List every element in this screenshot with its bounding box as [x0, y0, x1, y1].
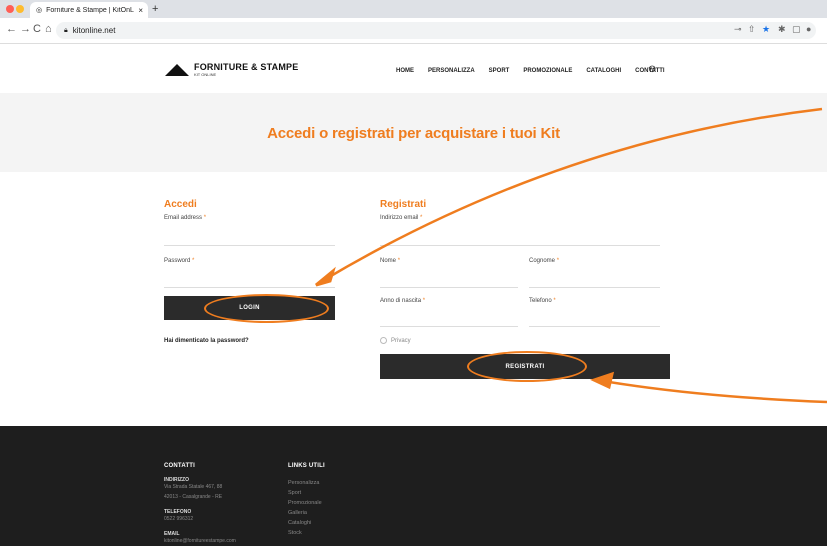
footer-email-label: EMAIL [164, 531, 180, 537]
arrow-to-login [323, 107, 823, 282]
footer-link-stock[interactable]: Stock [288, 530, 302, 536]
footer-indirizzo-1: Via Strada Statale 467, 88 [164, 484, 223, 490]
footer-telefono[interactable]: 0522 996312 [164, 516, 193, 522]
footer-links-title: LINKS UTILI [288, 463, 325, 469]
footer-link-galleria[interactable]: Galleria [288, 510, 307, 516]
arrow-to-register-head [589, 371, 615, 390]
footer-indirizzo-2: 42013 - Casalgrande - RE [164, 494, 223, 500]
footer-link-personalizza[interactable]: Personalizza [288, 480, 320, 486]
footer-telefono-label: TELEFONO [164, 509, 192, 515]
footer-contatti-title: CONTATTI [164, 463, 196, 469]
footer-link-cataloghi[interactable]: Cataloghi [288, 520, 311, 526]
footer-link-promozionale[interactable]: Promozionale [288, 500, 322, 506]
arrow-to-register [602, 379, 827, 404]
arrow-to-login-head [315, 266, 336, 287]
site-footer: CONTATTI INDIRIZZO Via Strada Statale 46… [0, 426, 827, 546]
footer-indirizzo-label: INDIRIZZO [164, 477, 189, 483]
footer-email[interactable]: kitonline@fornitureestampe.com [164, 538, 236, 544]
footer-link-sport[interactable]: Sport [288, 490, 301, 496]
